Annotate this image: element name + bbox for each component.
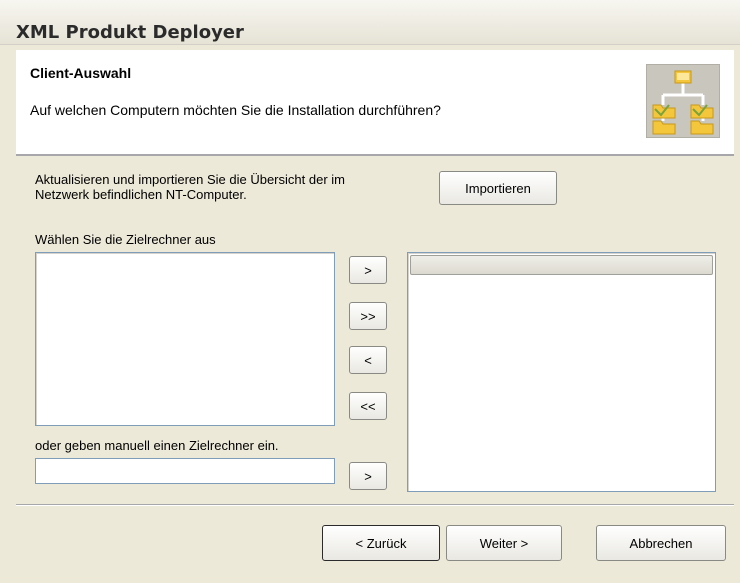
- wizard-body: Aktualisieren und importieren Sie die Üb…: [16, 156, 734, 504]
- remove-selected-button[interactable]: <: [349, 346, 387, 374]
- add-all-button[interactable]: >>: [349, 302, 387, 330]
- back-button[interactable]: < Zurück: [322, 525, 440, 561]
- import-description-line2: Netzwerk befindlichen NT-Computer.: [35, 187, 247, 202]
- cancel-button[interactable]: Abbrechen: [596, 525, 726, 561]
- target-list-header[interactable]: [410, 255, 713, 275]
- title-bar: XML Produkt Deployer: [0, 0, 740, 45]
- wizard-footer: < Zurück Weiter > Abbrechen: [16, 504, 734, 583]
- add-selected-button[interactable]: >: [349, 256, 387, 284]
- available-computers-label: Wählen Sie die Zielrechner aus: [35, 232, 216, 247]
- available-computers-list[interactable]: [35, 252, 335, 426]
- footer-divider: [16, 505, 734, 506]
- manual-add-button[interactable]: >: [349, 462, 387, 490]
- import-description-line1: Aktualisieren und importieren Sie die Üb…: [35, 172, 345, 187]
- next-button[interactable]: Weiter >: [446, 525, 562, 561]
- import-button[interactable]: Importieren: [439, 171, 557, 205]
- wizard-header: Client-Auswahl Auf welchen Computern möc…: [16, 50, 734, 156]
- network-computers-icon: [646, 64, 720, 138]
- manual-entry-label: oder geben manuell einen Zielrechner ein…: [35, 438, 279, 453]
- target-computers-list[interactable]: [407, 252, 716, 492]
- manual-computer-input[interactable]: [35, 458, 335, 484]
- window-title: XML Produkt Deployer: [16, 22, 244, 43]
- page-title: Client-Auswahl: [30, 65, 132, 81]
- page-subtitle: Auf welchen Computern möchten Sie die In…: [30, 102, 441, 118]
- remove-all-button[interactable]: <<: [349, 392, 387, 420]
